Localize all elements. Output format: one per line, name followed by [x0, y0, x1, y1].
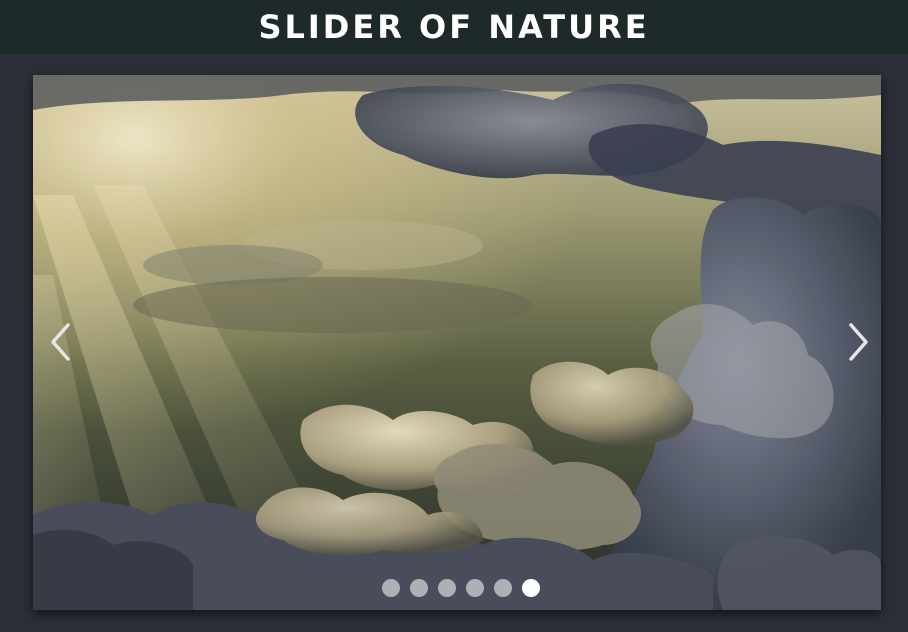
image-slider — [33, 75, 881, 610]
slide-dot-2[interactable] — [410, 579, 428, 597]
chevron-right-icon — [849, 323, 868, 361]
previous-slide-button[interactable] — [41, 316, 81, 368]
slide-dot-5[interactable] — [494, 579, 512, 597]
slide-dot-1[interactable] — [382, 579, 400, 597]
slide-dot-4[interactable] — [466, 579, 484, 597]
slide-dot-3[interactable] — [438, 579, 456, 597]
slide-dot-6-active[interactable] — [522, 579, 540, 597]
page-header: SLIDER OF NATURE — [0, 0, 908, 54]
next-slide-button[interactable] — [838, 316, 878, 368]
page-title: SLIDER OF NATURE — [258, 8, 650, 46]
slide-indicators — [33, 579, 881, 597]
chevron-left-icon — [51, 323, 70, 361]
slide-image — [33, 75, 881, 610]
